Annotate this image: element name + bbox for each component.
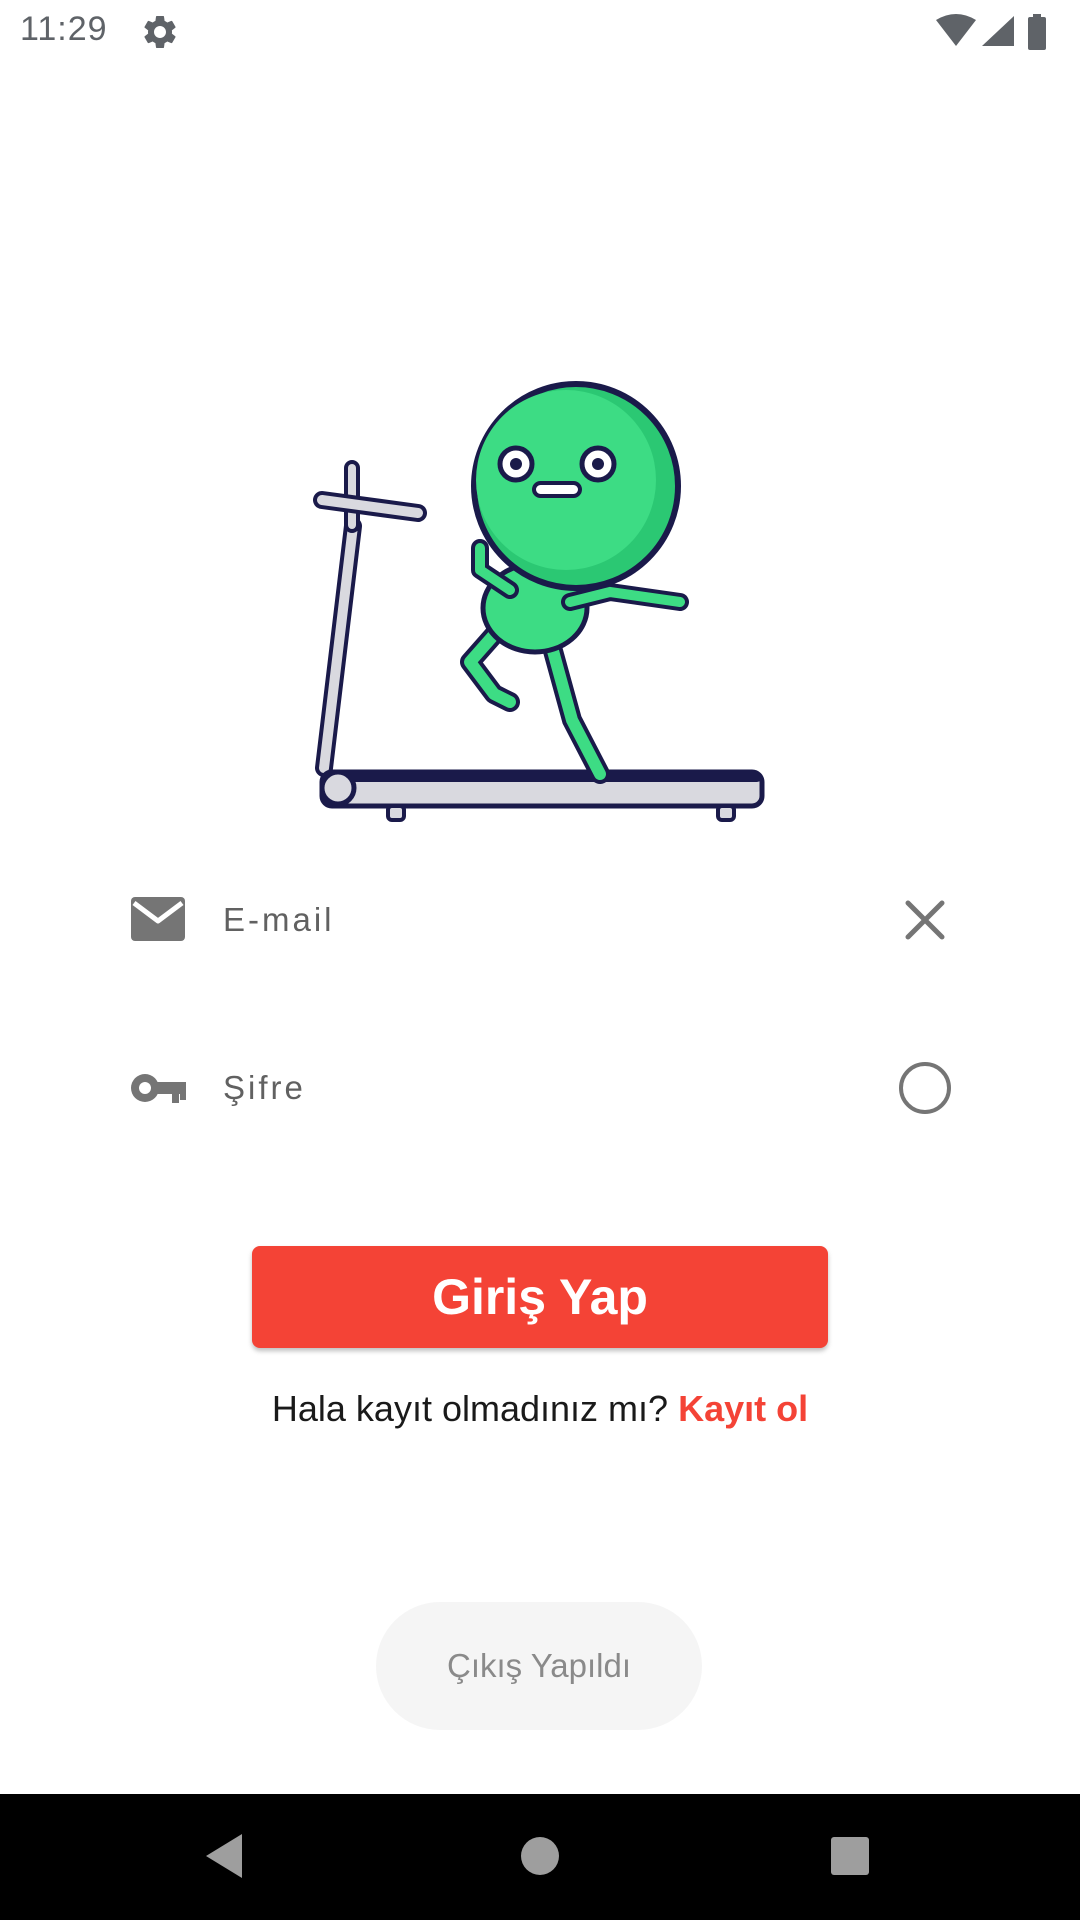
battery-icon bbox=[1028, 14, 1046, 50]
login-button[interactable]: Giriş Yap bbox=[252, 1246, 828, 1348]
status-time: 11:29 bbox=[20, 10, 108, 48]
register-prompt: Hala kayıt olmadınız mı? Kayıt ol bbox=[0, 1388, 1080, 1430]
back-icon[interactable] bbox=[194, 1824, 258, 1888]
wifi-icon bbox=[936, 14, 976, 46]
key-icon bbox=[131, 1074, 186, 1103]
password-row bbox=[128, 1053, 958, 1123]
login-screen: 11:29 E-mail Giriş Yap Hala kayıt olmadı… bbox=[0, 0, 1080, 1920]
recents-icon[interactable] bbox=[818, 1824, 882, 1888]
cellular-signal-icon bbox=[982, 16, 1014, 46]
register-link[interactable]: Kayıt ol bbox=[678, 1388, 808, 1429]
green-character bbox=[460, 381, 689, 784]
clear-x-icon[interactable] bbox=[896, 891, 954, 949]
home-icon[interactable] bbox=[508, 1824, 572, 1888]
treadmill-character-illustration bbox=[313, 381, 765, 822]
status-bar: 11:29 bbox=[0, 0, 1080, 64]
password-input[interactable] bbox=[223, 1053, 783, 1123]
settings-gear-icon bbox=[144, 15, 176, 48]
logout-toast: Çıkış Yapıldı bbox=[376, 1602, 702, 1730]
status-indicators bbox=[936, 14, 1046, 50]
toast-message: Çıkış Yapıldı bbox=[446, 1647, 632, 1684]
email-input[interactable] bbox=[223, 885, 783, 955]
navigation-bar bbox=[0, 1794, 1080, 1920]
envelope-icon bbox=[131, 897, 185, 941]
visibility-toggle-circle-icon[interactable] bbox=[896, 1059, 954, 1117]
register-prompt-text: Hala kayıt olmadınız mı? bbox=[271, 1388, 669, 1429]
email-row bbox=[128, 885, 958, 955]
